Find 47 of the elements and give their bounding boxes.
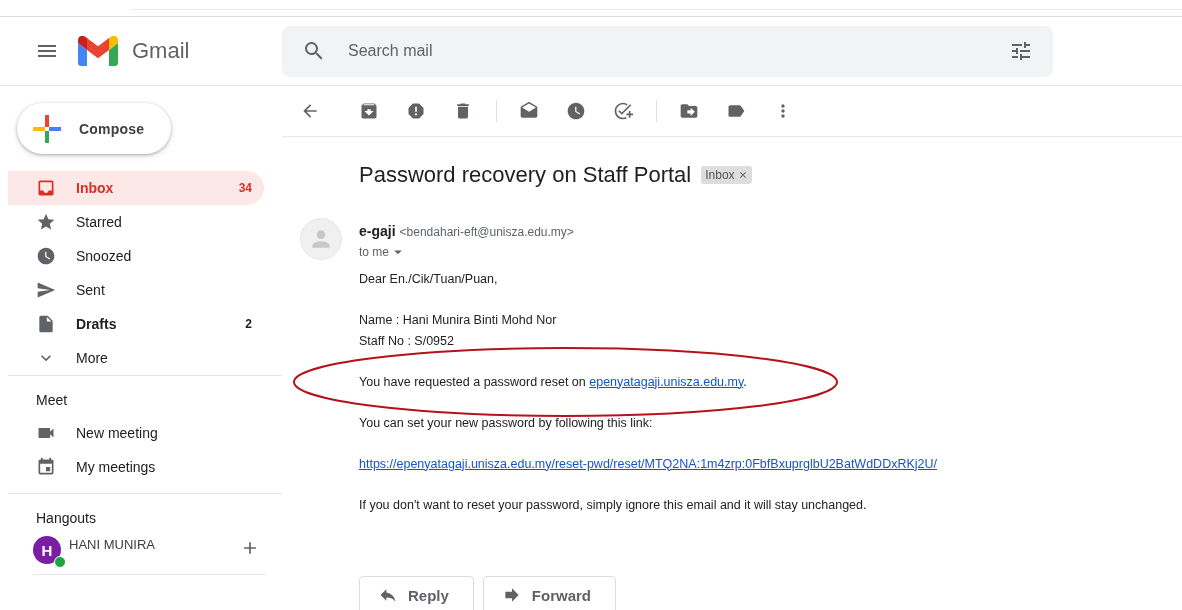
body-text: Name : Hani Munira Binti Mohd Nor: [359, 312, 558, 329]
nav-item[interactable]: Sent: [8, 273, 264, 307]
sender-avatar: [300, 218, 342, 260]
nav-item[interactable]: Snoozed: [8, 239, 264, 273]
avatar: H: [33, 536, 61, 564]
inbox-icon: [36, 178, 56, 198]
folder-arrow-icon[interactable]: [679, 101, 699, 121]
close-icon[interactable]: [737, 170, 748, 180]
search-bar[interactable]: Search mail: [282, 25, 1053, 77]
filter-options-icon[interactable]: [1009, 39, 1033, 63]
body-text: Dear En./Cik/Tuan/Puan,: [359, 271, 499, 288]
clock-icon[interactable]: [566, 101, 586, 121]
clock-icon: [36, 246, 56, 266]
exclamation-icon[interactable]: [406, 101, 426, 121]
body-text: Staff No : S/0952: [359, 332, 455, 350]
search-field[interactable]: Search mail: [346, 41, 989, 61]
logo-text: Gmail: [132, 38, 190, 64]
nav-item[interactable]: More: [8, 341, 264, 375]
archive-icon[interactable]: [359, 101, 379, 121]
sender-name: e-gaji: [359, 223, 396, 239]
user-name: HANI MUNIRA: [69, 537, 156, 552]
sender-email: <bendahari-eft@unisza.edu.my>: [399, 225, 574, 239]
open-envelope-icon[interactable]: [519, 101, 539, 121]
star-icon: [36, 212, 56, 232]
meet-item[interactable]: New meeting: [0, 416, 282, 450]
nav-item[interactable]: Inbox 34: [8, 171, 264, 205]
label-tag: Inbox: [701, 166, 752, 184]
body-text: If you don't want to reset your password, simply ignore this email and it will stay unchanged.: [359, 496, 868, 514]
nav-item[interactable]: Starred: [8, 205, 264, 239]
reset-link[interactable]: https://epenyatagaji.unisza.edu.my/reset-pwd/reset/MTQ2NA:1m4zrp:0FbfBxuprglbU2BatWdDDxRKj2U/: [359, 456, 938, 471]
section-title: Hangouts: [35, 509, 97, 528]
email-subject: Password recovery on Staff Portal: [359, 162, 692, 188]
meet-item[interactable]: My meetings: [0, 450, 282, 484]
reply-button[interactable]: Reply: [359, 576, 474, 610]
compose-button[interactable]: Compose: [17, 103, 171, 154]
plus-icon: [33, 114, 61, 143]
nav-item[interactable]: Drafts 2: [8, 307, 264, 341]
body-text: You have requested a password reset on epenyatagaji.unisza.edu.my.: [359, 374, 747, 389]
file-icon: [36, 314, 56, 334]
recipient-text[interactable]: to me: [359, 245, 389, 259]
gmail-logo: [78, 36, 118, 66]
forward-button[interactable]: Forward: [482, 576, 617, 610]
check-plus-icon[interactable]: [613, 101, 633, 121]
body-text: You can set your new password by following this link:: [359, 414, 654, 432]
calendar-icon: [36, 457, 56, 477]
send-icon: [36, 280, 56, 300]
section-title: Meet: [35, 391, 69, 410]
